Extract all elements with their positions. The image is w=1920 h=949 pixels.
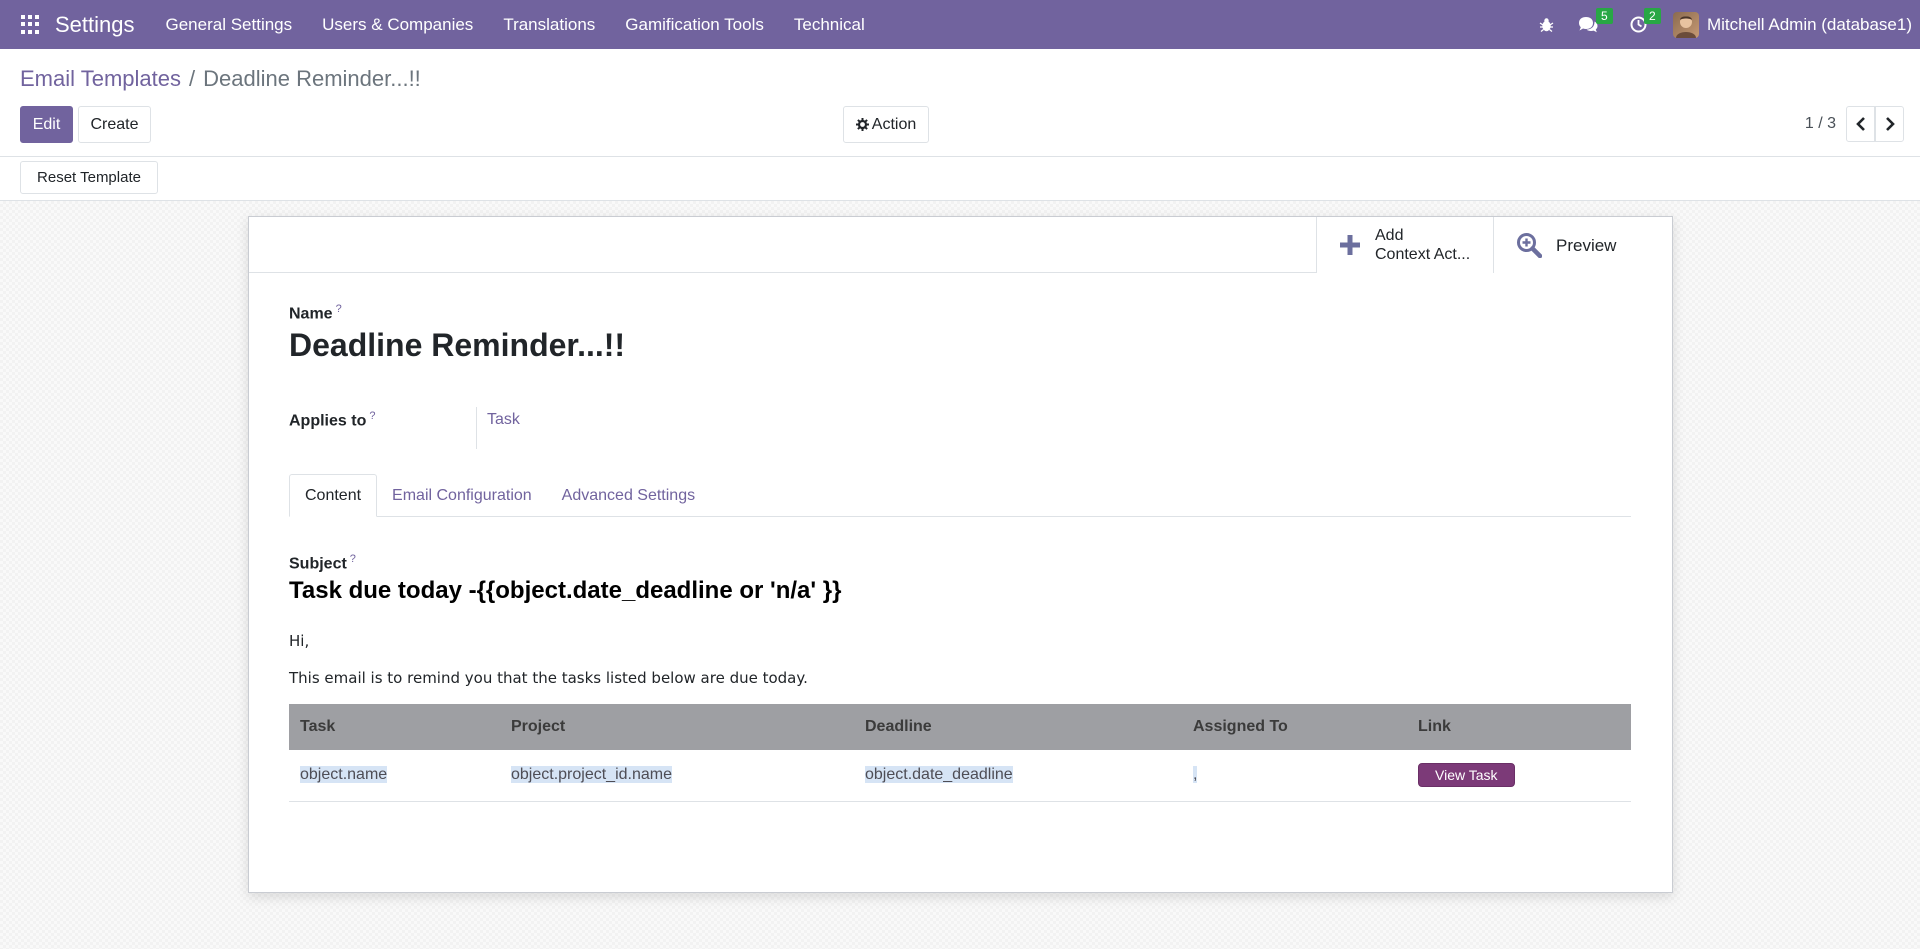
form-sheet: Add Context Act... Preview Name? Deadlin… xyxy=(248,216,1673,893)
cell-deadline[interactable]: object.date_deadline xyxy=(865,766,1013,784)
subject-label: Subject xyxy=(289,555,347,573)
menu-users-companies[interactable]: Users & Companies xyxy=(322,15,473,35)
activities-badge: 2 xyxy=(1643,8,1661,24)
clock-icon[interactable]: 2 xyxy=(1630,8,1661,33)
chevron-right-icon xyxy=(1885,117,1895,131)
subject-field[interactable]: Task due today -{{object.date_deadline o… xyxy=(289,577,841,605)
applies-to-label-wrap: Applies to? xyxy=(289,410,375,430)
menu-general-settings[interactable]: General Settings xyxy=(166,15,293,35)
body-intro[interactable]: This email is to remind you that the tas… xyxy=(289,669,808,687)
tab-advanced-settings[interactable]: Advanced Settings xyxy=(547,474,710,517)
breadcrumb-current: Deadline Reminder...!! xyxy=(203,66,421,91)
user-menu[interactable]: Mitchell Admin (database1) xyxy=(1707,15,1912,35)
search-plus-icon xyxy=(1517,233,1542,258)
avatar[interactable] xyxy=(1672,11,1699,38)
control-panel: Email Templates / Deadline Reminder...!!… xyxy=(0,49,1920,157)
preview-label: Preview xyxy=(1556,235,1617,255)
menu-technical[interactable]: Technical xyxy=(794,15,865,35)
chat-icon[interactable]: 5 xyxy=(1578,8,1613,33)
add-context-line1: Add xyxy=(1375,227,1404,244)
view-task-button[interactable]: View Task xyxy=(1418,763,1515,788)
name-label-wrap: Name? xyxy=(289,303,342,323)
app-name[interactable]: Settings xyxy=(55,12,135,38)
cell-project-name[interactable]: object.project_id.name xyxy=(511,766,672,784)
breadcrumb-separator: / xyxy=(189,66,196,91)
body-greeting[interactable]: Hi, xyxy=(289,632,309,650)
status-bar: Reset Template xyxy=(0,157,1920,201)
tasks-table: Task Project Deadline Assigned To Link o… xyxy=(289,704,1631,802)
name-label: Name xyxy=(289,305,333,323)
tab-email-configuration[interactable]: Email Configuration xyxy=(377,474,547,517)
notebook-tabs: Content Email Configuration Advanced Set… xyxy=(289,474,1631,517)
table-header-project: Project xyxy=(500,704,854,750)
add-context-line2: Context Act... xyxy=(1375,246,1471,263)
gear-icon xyxy=(855,118,869,131)
breadcrumb: Email Templates / Deadline Reminder...!! xyxy=(20,66,421,92)
table-header-deadline: Deadline xyxy=(854,704,1182,750)
breadcrumb-email-templates[interactable]: Email Templates xyxy=(20,66,181,92)
tab-content[interactable]: Content xyxy=(289,474,378,517)
create-button[interactable]: Create xyxy=(78,106,151,143)
name-help-icon[interactable]: ? xyxy=(336,303,342,315)
action-button[interactable]: Action xyxy=(843,106,929,143)
smart-button-box: Add Context Act... Preview xyxy=(1316,217,1672,273)
add-context-action-button[interactable]: Add Context Act... xyxy=(1316,217,1493,273)
table-header-link: Link xyxy=(1407,704,1631,750)
bug-icon[interactable] xyxy=(1539,17,1554,33)
template-name-field[interactable]: Deadline Reminder...!! xyxy=(289,327,625,364)
preview-button[interactable]: Preview xyxy=(1493,217,1672,273)
subject-label-wrap: Subject? xyxy=(289,553,356,573)
pager-previous-button[interactable] xyxy=(1846,106,1875,142)
applies-to-value[interactable]: Task xyxy=(487,411,520,429)
action-label: Action xyxy=(871,115,917,133)
messages-badge: 5 xyxy=(1595,8,1613,24)
table-header-row: Task Project Deadline Assigned To Link xyxy=(289,704,1631,750)
apps-grid-icon[interactable] xyxy=(21,14,41,35)
menu-translations[interactable]: Translations xyxy=(503,15,595,35)
chevron-left-icon xyxy=(1855,117,1865,131)
cell-assigned-to[interactable]: , xyxy=(1193,766,1198,784)
top-navbar: Settings General Settings Users & Compan… xyxy=(0,0,1920,49)
menu-gamification-tools[interactable]: Gamification Tools xyxy=(625,15,764,35)
subject-help-icon[interactable]: ? xyxy=(350,553,356,565)
reset-template-button[interactable]: Reset Template xyxy=(20,161,158,194)
table-header-task: Task xyxy=(289,704,500,750)
pager-next-button[interactable] xyxy=(1875,106,1904,142)
table-row: object.name object.project_id.name objec… xyxy=(289,750,1631,802)
table-header-assigned-to: Assigned To xyxy=(1182,704,1407,750)
field-divider xyxy=(476,407,477,449)
applies-to-help-icon[interactable]: ? xyxy=(369,410,375,422)
applies-to-label: Applies to xyxy=(289,412,367,430)
pager-value[interactable]: 1 / 3 xyxy=(1805,115,1836,133)
edit-button[interactable]: Edit xyxy=(20,106,73,143)
plus-icon xyxy=(1340,235,1360,255)
cell-task-name[interactable]: object.name xyxy=(300,766,388,784)
